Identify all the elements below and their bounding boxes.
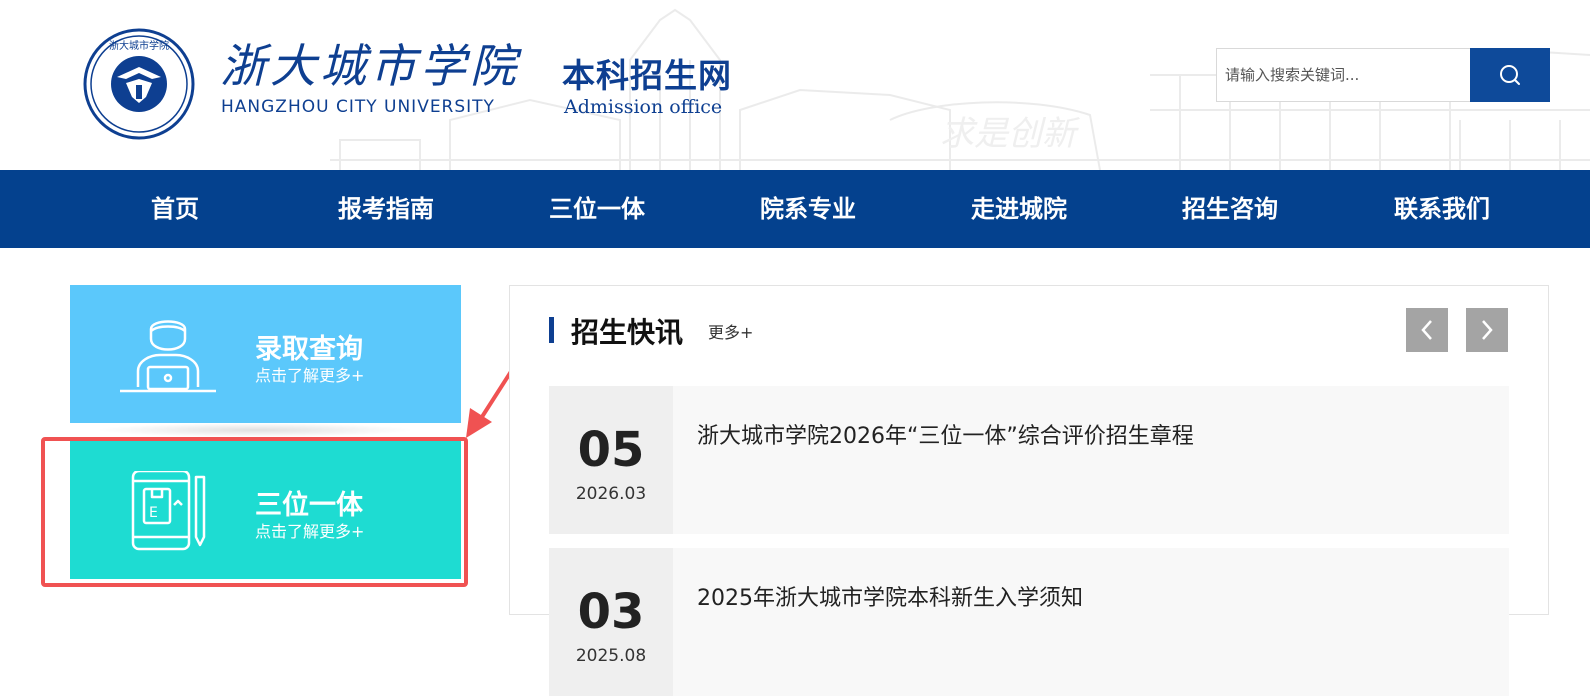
news-panel: 招生快讯 更多+ 05 2026.03 浙大城市学院2026年“三位一体”综合评… — [509, 285, 1549, 696]
news-year-month: 2025.08 — [575, 646, 647, 666]
svg-text:E: E — [149, 505, 158, 521]
news-date-block: 05 2026.03 — [549, 386, 673, 534]
annotation-arrow-icon — [466, 368, 514, 438]
card-title: 录取查询 — [255, 334, 363, 365]
university-name-cn: 浙大城市学院 — [220, 39, 520, 93]
card-more-link: 点击了解更多+ — [255, 522, 365, 541]
nav-item-departments[interactable]: 院系专业 — [718, 170, 898, 248]
news-date-block: 03 2025.08 — [549, 548, 673, 696]
search-input[interactable] — [1217, 49, 1471, 101]
news-day: 05 — [577, 422, 645, 478]
site-title-cn: 本科招生网 — [562, 56, 732, 95]
site-title-en: Admission office — [564, 96, 723, 118]
site-header: 求是创新 浙大城市学院 浙大城市学院 HANGZHOU CITY UNIVERS… — [0, 0, 1590, 170]
trinity-card[interactable]: E 三位一体 点击了解更多+ — [70, 441, 461, 579]
news-list-item[interactable]: 03 2025.08 2025年浙大城市学院本科新生入学须知 — [549, 548, 1509, 696]
news-year-month: 2026.03 — [575, 484, 647, 504]
nav-item-consult[interactable]: 招生咨询 — [1140, 170, 1320, 248]
nav-item-guide[interactable]: 报考指南 — [296, 170, 476, 248]
nav-item-about[interactable]: 走进城院 — [929, 170, 1109, 248]
card-shadow — [95, 423, 415, 437]
card-more-link: 点击了解更多+ — [255, 366, 365, 385]
chevron-left-icon — [1421, 320, 1432, 340]
university-name-en: HANGZHOU CITY UNIVERSITY — [221, 97, 495, 117]
nav-item-home[interactable]: 首页 — [85, 170, 265, 248]
card-title: 三位一体 — [255, 490, 363, 521]
main-nav: 首页 报考指南 三位一体 院系专业 走进城院 招生咨询 联系我们 — [0, 170, 1590, 248]
tablet-document-icon: E — [131, 471, 206, 551]
chevron-right-icon — [1482, 320, 1493, 340]
news-day: 03 — [577, 584, 645, 640]
news-section-title: 招生快讯 — [571, 316, 684, 349]
news-headline: 2025年浙大城市学院本科新生入学须知 — [697, 586, 1083, 611]
search-box — [1216, 48, 1550, 102]
svg-text:浙大城市学院: 浙大城市学院 — [109, 39, 169, 52]
news-prev-button[interactable] — [1406, 308, 1448, 352]
admission-query-card[interactable]: 录取查询 点击了解更多+ — [70, 285, 461, 423]
news-headline: 浙大城市学院2026年“三位一体”综合评价招生章程 — [697, 424, 1194, 449]
news-next-button[interactable] — [1466, 308, 1508, 352]
nav-item-trinity[interactable]: 三位一体 — [507, 170, 687, 248]
university-seal-logo[interactable]: 浙大城市学院 — [82, 27, 196, 141]
search-button[interactable] — [1470, 48, 1550, 102]
section-accent-bar — [549, 317, 554, 343]
search-icon — [1500, 65, 1520, 85]
nav-item-contact[interactable]: 联系我们 — [1352, 170, 1532, 248]
news-list-item[interactable]: 05 2026.03 浙大城市学院2026年“三位一体”综合评价招生章程 — [549, 386, 1509, 534]
user-laptop-icon — [120, 320, 216, 393]
news-more-link[interactable]: 更多+ — [708, 319, 753, 343]
campus-motto: 求是创新 — [940, 114, 1081, 154]
